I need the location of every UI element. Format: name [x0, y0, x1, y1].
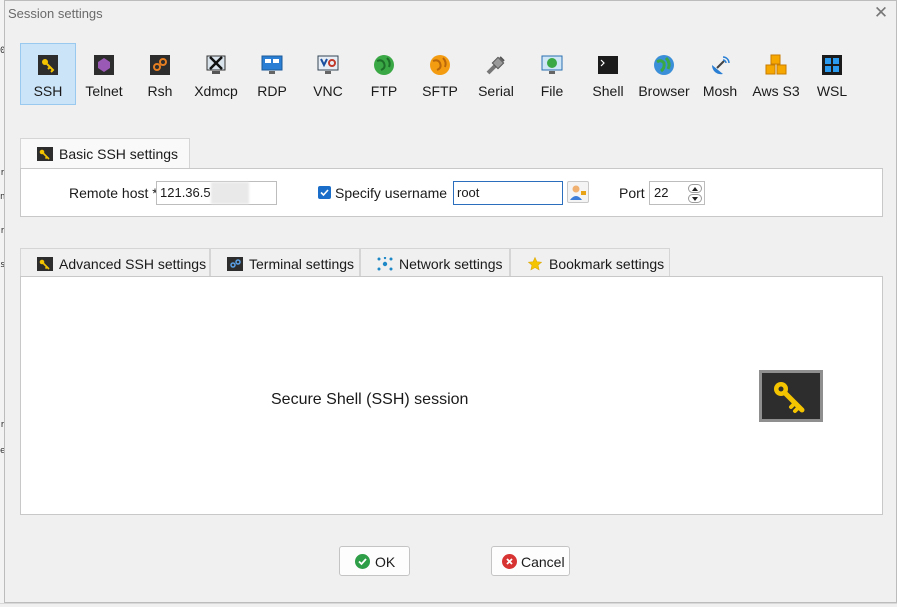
checkmark-icon	[320, 189, 329, 197]
protocol-sftp-button[interactable]: SFTP	[412, 43, 468, 105]
terminal-icon	[227, 257, 243, 271]
protocol-ftp-button[interactable]: FTP	[356, 43, 412, 105]
basic-settings-panel: Remote host * 121.36.5 Specify username …	[20, 168, 883, 217]
remote-host-label: Remote host *	[69, 185, 158, 201]
protocol-shell-button[interactable]: Shell	[580, 43, 636, 105]
vnc-monitor-icon	[317, 55, 339, 74]
username-value: root	[457, 185, 480, 200]
specify-username-checkbox[interactable]	[318, 186, 331, 199]
window-title: Session settings	[8, 6, 103, 21]
ssh-key-icon	[38, 55, 58, 75]
tab-label: Bookmark settings	[549, 256, 665, 272]
protocol-rdp-button[interactable]: RDP	[244, 43, 300, 105]
shell-terminal-icon	[598, 56, 618, 74]
xdmcp-icon	[206, 55, 226, 74]
rsh-icon	[150, 55, 170, 75]
network-icon	[377, 257, 393, 271]
username-input[interactable]: root	[453, 181, 563, 205]
chevron-down-icon[interactable]	[688, 194, 702, 203]
protocol-aws-s3-button[interactable]: Aws S3	[748, 43, 804, 105]
close-icon[interactable]: ✕	[872, 4, 890, 22]
protocol-browser-button[interactable]: Browser	[636, 43, 692, 105]
ssh-key-icon	[37, 147, 53, 161]
star-icon	[527, 257, 543, 271]
protocol-rsh-button[interactable]: Rsh	[132, 43, 188, 105]
file-monitor-icon	[541, 55, 563, 74]
rdp-monitor-icon	[261, 55, 283, 74]
tab-label: Advanced SSH settings	[59, 256, 207, 272]
background-window-bottom	[0, 603, 897, 607]
protocol-vnc-button[interactable]: VNC	[300, 43, 356, 105]
port-stepper[interactable]: 22	[649, 181, 705, 205]
browser-globe-icon	[654, 55, 674, 75]
cancel-x-icon	[502, 554, 517, 569]
protocol-wsl-button[interactable]: WSL	[804, 43, 860, 105]
mosh-satellite-icon	[711, 56, 730, 75]
ssh-key-icon	[37, 257, 53, 271]
serial-plug-icon	[486, 56, 505, 75]
session-settings-dialog: Session settings ✕ SSH Telnet Rsh Xdmcp …	[4, 0, 897, 603]
remote-host-value: 121.36.5	[160, 185, 211, 200]
session-description-panel: Secure Shell (SSH) session	[20, 276, 883, 515]
protocol-label: WSL	[816, 83, 848, 99]
port-value: 22	[654, 185, 669, 200]
check-icon	[355, 554, 370, 569]
wsl-windows-icon	[822, 55, 842, 75]
tab-label: Network settings	[399, 256, 503, 272]
tab-basic-ssh-settings[interactable]: Basic SSH settings	[20, 138, 190, 169]
cancel-button[interactable]: Cancel	[491, 546, 570, 576]
aws-s3-cubes-icon	[765, 54, 787, 75]
telnet-icon	[94, 55, 114, 75]
protocol-serial-button[interactable]: Serial	[468, 43, 524, 105]
ssh-key-icon	[759, 370, 823, 422]
ok-button[interactable]: OK	[339, 546, 410, 576]
protocol-ssh-button[interactable]: SSH	[20, 43, 76, 105]
tab-network-settings[interactable]: Network settings	[360, 248, 510, 279]
specify-username-label: Specify username	[335, 185, 448, 201]
protocol-mosh-button[interactable]: Mosh	[692, 43, 748, 105]
sftp-globe-icon	[430, 55, 450, 75]
tab-advanced-ssh-settings[interactable]: Advanced SSH settings	[20, 248, 210, 279]
tab-bookmark-settings[interactable]: Bookmark settings	[510, 248, 670, 279]
ftp-globe-icon	[374, 55, 394, 75]
user-picker-button[interactable]	[567, 181, 589, 203]
redaction-blur	[211, 182, 249, 204]
ok-label: OK	[375, 554, 396, 570]
protocol-file-button[interactable]: File	[524, 43, 580, 105]
protocol-telnet-button[interactable]: Telnet	[76, 43, 132, 105]
protocol-xdmcp-button[interactable]: Xdmcp	[188, 43, 244, 105]
cancel-label: Cancel	[521, 554, 565, 570]
tab-label: Basic SSH settings	[59, 146, 179, 162]
tab-terminal-settings[interactable]: Terminal settings	[210, 248, 360, 279]
user-icon	[570, 185, 586, 200]
titlebar: Session settings ✕	[5, 1, 896, 27]
port-label: Port	[619, 185, 645, 201]
tab-label: Terminal settings	[249, 256, 355, 272]
chevron-up-icon[interactable]	[688, 184, 702, 193]
session-description: Secure Shell (SSH) session	[271, 391, 469, 408]
